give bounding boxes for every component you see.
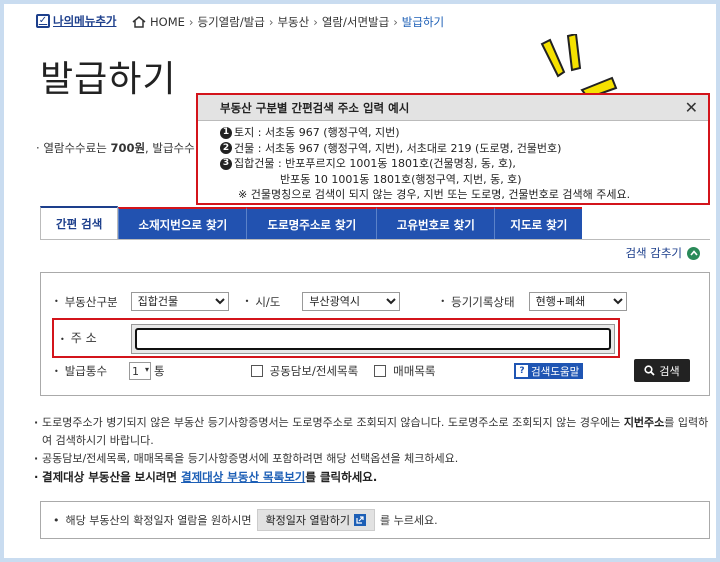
external-link-icon	[354, 514, 366, 526]
search-row-options: •발급통수 1 통 공동담보/전세목록 매매목록	[54, 362, 435, 380]
tab-lot-number[interactable]: 소재지번으로 찾기	[118, 207, 247, 240]
popup-note: ※ 건물명칭으로 검색이 되지 않는 경우, 지번 또는 도로명, 건물번호로 …	[238, 188, 631, 201]
address-field-wrap	[131, 324, 615, 354]
chevron-right-icon: ›	[188, 15, 194, 29]
example-land: 1 토지 : 서초동 967 (행정구역, 지번)	[220, 125, 708, 141]
fixed-date-view-button[interactable]: 확정일자 열람하기	[256, 509, 375, 531]
hide-search-toggle[interactable]: 검색 감추기	[625, 245, 700, 261]
fee-text: 열람수수료는	[43, 141, 111, 155]
close-icon[interactable]: ✕	[685, 99, 698, 116]
search-row-filters: • 부동산구분 집합건물 • 시/도 부산광역시 • 등기기록상태 현행+폐쇄	[54, 292, 627, 311]
fee-notice: · 열람수수료는 700원, 발급수수	[36, 140, 195, 156]
number-3-icon: 3	[220, 157, 232, 170]
fixed-date-notice: • 해당 부동산의 확정일자 열람을 원하시면 확정일자 열람하기 를 누르세요…	[40, 501, 710, 539]
number-2-icon: 2	[220, 142, 232, 155]
breadcrumb-item[interactable]: 열람/서면발급	[322, 14, 389, 30]
add-my-menu-link[interactable]: ✓ 나의메뉴추가	[36, 13, 116, 29]
add-my-menu-label: 나의메뉴추가	[53, 14, 117, 28]
search-help-label: 검색도움말	[531, 365, 580, 378]
copy-count-unit: 통	[154, 364, 165, 378]
property-type-label: • 부동산구분	[54, 294, 118, 309]
record-status-label: • 등기기록상태	[440, 294, 515, 309]
note-payment: 결제대상 부동산을 보시려면 결제대상 부동산 목록보기를 클릭하세요.	[34, 468, 714, 486]
chevron-up-icon	[687, 246, 700, 260]
note-options: 공동담보/전세목록, 매매목록을 등기사항증명서에 포함하려면 해당 선택옵션을…	[34, 450, 714, 468]
chevron-right-icon: ›	[313, 15, 318, 29]
fixed-date-suffix: 를 누르세요.	[380, 514, 438, 527]
bullet: •	[53, 513, 60, 527]
breadcrumb-item[interactable]: 등기열람/발급	[198, 14, 265, 30]
home-icon	[132, 16, 146, 28]
tab-unique-number[interactable]: 고유번호로 찾기	[376, 207, 495, 240]
sales-list-checkbox[interactable]	[374, 365, 387, 377]
property-type-select[interactable]: 집합건물	[130, 292, 229, 311]
address-label: • 주 소	[60, 331, 97, 345]
tab-road-address[interactable]: 도로명주소로 찾기	[246, 207, 377, 240]
fee-amount: 700원	[110, 141, 146, 155]
notes-list: 도로명주소가 병기되지 않은 부동산 등기사항증명서는 도로명주소로 조회되지 …	[34, 414, 714, 486]
joint-collateral-checkbox[interactable]	[250, 365, 263, 377]
fixed-date-text: 해당 부동산의 확정일자 열람을 원하시면	[65, 514, 252, 527]
breadcrumb-item[interactable]: 부동산	[277, 14, 309, 30]
question-icon: ?	[516, 365, 528, 377]
record-status-select[interactable]: 현행+폐쇄	[528, 292, 627, 311]
address-input[interactable]	[135, 328, 611, 350]
breadcrumb: HOME › 등기열람/발급 › 부동산 › 열람/서면발급 › 발급하기	[132, 14, 444, 30]
popup-body: 1 토지 : 서초동 967 (행정구역, 지번) 2 건물 : 서초동 967 (…	[198, 121, 708, 203]
search-help-button[interactable]: ? 검색도움말	[514, 363, 584, 379]
breadcrumb-current: 발급하기	[401, 15, 445, 29]
breadcrumb-home[interactable]: HOME	[150, 15, 185, 29]
region-label: • 시/도	[244, 294, 281, 309]
sales-list-label: 매매목록	[393, 364, 436, 378]
search-icon	[644, 365, 656, 376]
copy-count-select[interactable]: 1	[129, 362, 152, 380]
fixed-date-view-label: 확정일자 열람하기	[265, 514, 350, 527]
fee-text-cont: , 발급수수	[145, 141, 195, 155]
tab-simple-search[interactable]: 간편 검색	[40, 206, 119, 240]
chevron-right-icon: ›	[393, 15, 398, 29]
note-road-address: 도로명주소가 병기되지 않은 부동산 등기사항증명서는 도로명주소로 조회되지 …	[34, 414, 714, 450]
divider	[40, 239, 710, 240]
address-example-popup: 부동산 구분별 간편검색 주소 입력 예시 ✕ 1 토지 : 서초동 967 (행…	[196, 93, 710, 205]
popup-title: 부동산 구분별 간편검색 주소 입력 예시	[220, 100, 410, 115]
popup-header: 부동산 구분별 간편검색 주소 입력 예시 ✕	[198, 95, 708, 121]
payment-list-link[interactable]: 결제대상 부동산 목록보기	[181, 470, 305, 484]
checkmark-icon: ✓	[36, 14, 50, 28]
copy-count-label: • 발급통수	[54, 364, 108, 378]
hide-search-label: 검색 감추기	[625, 246, 682, 260]
joint-collateral-label: 공동담보/전세목록	[269, 364, 359, 378]
example-collective-cont: 반포동 10 1001동 1801호(행정구역, 지번, 동, 호)	[280, 172, 522, 186]
example-building: 2 건물 : 서초동 967 (행정구역, 지번), 서초대로 219 (도로명,…	[220, 141, 708, 157]
chevron-right-icon: ›	[268, 15, 274, 29]
tab-map[interactable]: 지도로 찾기	[494, 207, 583, 240]
number-1-icon: 1	[220, 126, 232, 139]
search-button-label: 검색	[659, 364, 680, 378]
search-tabs: 간편 검색 소재지번으로 찾기 도로명주소로 찾기 고유번호로 찾기 지도로 찾…	[40, 206, 583, 240]
page-title: 발급하기	[40, 59, 177, 100]
search-button[interactable]: 검색	[634, 359, 690, 382]
example-collective: 3 집합건물 : 반포푸르지오 1001동 1801호(건물명칭, 동, 호),	[220, 156, 708, 172]
region-select[interactable]: 부산광역시	[302, 292, 401, 311]
